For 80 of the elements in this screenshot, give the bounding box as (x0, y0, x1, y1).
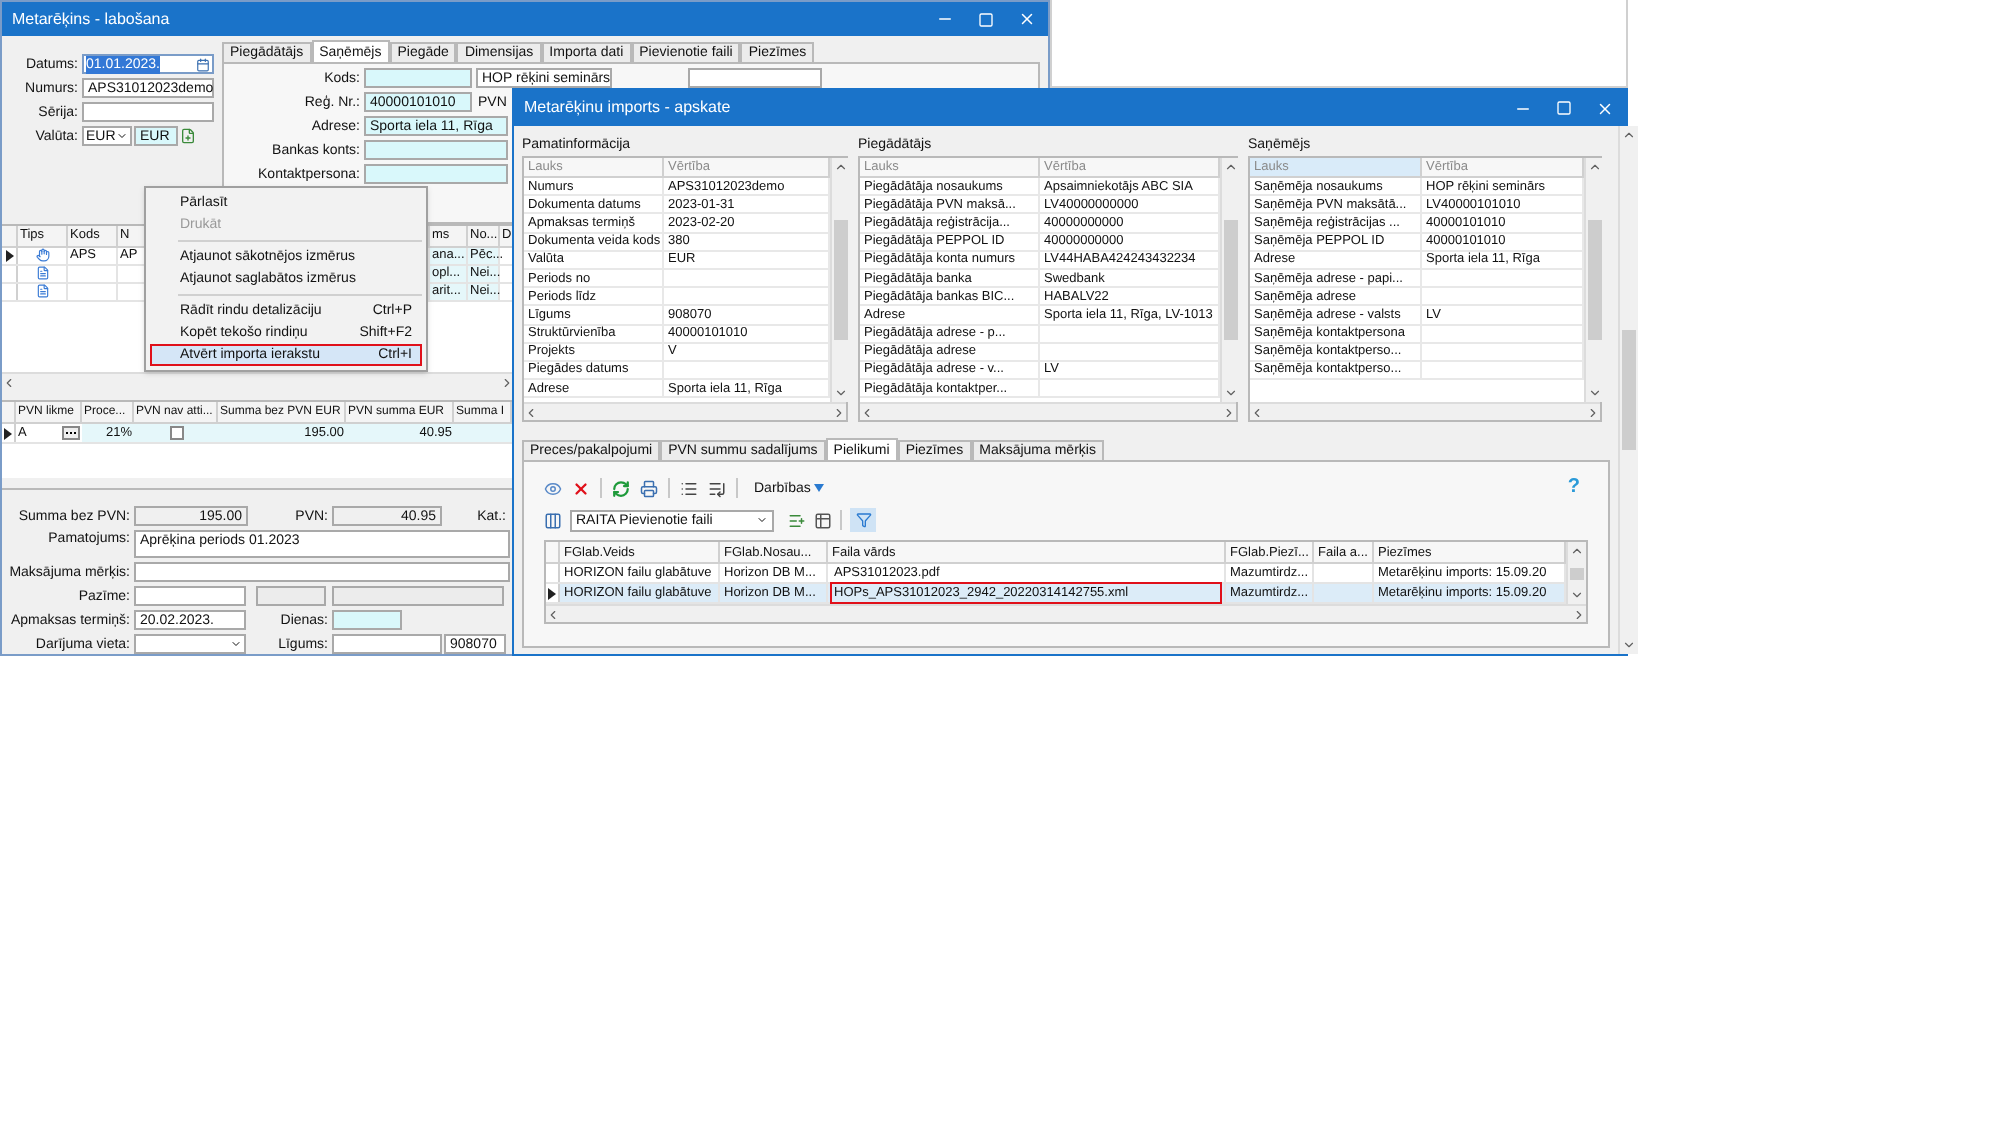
table-icon[interactable] (814, 511, 832, 529)
scroll-up-icon (1570, 544, 1584, 558)
maximize-button[interactable] (1556, 100, 1572, 116)
dropdown-icon (756, 514, 768, 526)
scroll-right-icon (832, 405, 846, 419)
scroll-thumb[interactable] (1588, 220, 1602, 340)
horizontal-scrollbar[interactable] (524, 402, 846, 420)
horizontal-scrollbar[interactable] (1250, 402, 1600, 420)
scroll-thumb[interactable] (1622, 330, 1636, 450)
scroll-right-icon (1586, 405, 1600, 419)
scroll-right-icon (1222, 405, 1236, 419)
text-field[interactable] (134, 586, 246, 606)
text-field[interactable] (364, 140, 508, 161)
scroll-down-icon (1622, 638, 1636, 652)
document-icon (35, 266, 49, 281)
text-field[interactable] (332, 610, 402, 630)
text-field[interactable] (332, 634, 442, 654)
text-field[interactable] (256, 586, 326, 606)
hand-icon (35, 248, 49, 263)
dropdown-icon (230, 638, 242, 650)
horizontal-scrollbar[interactable] (860, 402, 1236, 420)
document-icon (35, 284, 49, 299)
calendar-icon (196, 57, 210, 72)
scroll-up-icon (1224, 160, 1238, 174)
text-field[interactable] (82, 102, 214, 123)
window-title: Metarēķins - labošana (10, 7, 170, 32)
place-select[interactable] (134, 634, 246, 654)
text-field[interactable] (364, 164, 508, 185)
vertical-scrollbar[interactable] (1566, 542, 1586, 604)
text-field[interactable] (364, 68, 472, 89)
row-header[interactable] (2, 424, 16, 443)
window-title: Metarēķinu imports - apskate (522, 96, 731, 120)
scroll-right-icon (500, 375, 514, 390)
filter-button[interactable] (850, 508, 876, 532)
scroll-thumb[interactable] (1570, 567, 1584, 579)
list-add-icon[interactable] (788, 511, 806, 529)
vertical-scrollbar[interactable] (1584, 158, 1604, 402)
scroll-right-icon (1572, 607, 1586, 621)
maximize-icon (978, 11, 994, 28)
scroll-up-icon (1588, 160, 1602, 174)
close-button[interactable] (1596, 99, 1614, 117)
list-end-icon[interactable] (708, 479, 726, 497)
columns-icon[interactable] (544, 511, 562, 529)
file-plus-icon[interactable] (180, 128, 196, 145)
preview-icon[interactable] (544, 479, 562, 497)
list-icon[interactable] (680, 479, 698, 497)
scroll-down-icon (1570, 588, 1584, 602)
maximize-icon (1556, 100, 1572, 116)
scroll-thumb[interactable] (1224, 220, 1238, 340)
scroll-down-icon (834, 386, 848, 400)
scroll-up-icon (1622, 128, 1636, 142)
scroll-left-icon (860, 405, 874, 419)
scroll-thumb[interactable] (834, 220, 848, 340)
close-icon (1596, 99, 1614, 117)
ellipsis-button[interactable] (62, 426, 80, 441)
text-field[interactable] (332, 586, 504, 606)
caret-icon (814, 484, 825, 492)
scroll-left-icon (546, 607, 560, 621)
close-button[interactable] (1018, 10, 1036, 29)
vertical-scrollbar[interactable] (830, 158, 850, 402)
refresh-icon[interactable] (612, 479, 630, 497)
delete-icon[interactable] (572, 479, 590, 497)
scroll-left-icon (1250, 405, 1264, 419)
scroll-left-icon (2, 375, 16, 390)
scroll-down-icon (1588, 386, 1602, 400)
filter-icon (855, 512, 871, 528)
text-field[interactable] (688, 68, 822, 89)
printer-icon[interactable] (640, 479, 658, 497)
vertical-scrollbar[interactable] (1618, 126, 1638, 654)
scroll-up-icon (834, 160, 848, 174)
scroll-down-icon (1224, 386, 1238, 400)
maximize-button[interactable] (978, 11, 994, 28)
close-icon (1018, 10, 1036, 29)
scroll-left-icon (524, 405, 538, 419)
dropdown-icon (116, 130, 128, 143)
horizontal-scrollbar[interactable] (2, 372, 514, 391)
horizontal-scrollbar[interactable] (546, 604, 1586, 622)
text-field[interactable] (134, 562, 510, 582)
checkbox[interactable] (169, 426, 183, 441)
vertical-scrollbar[interactable] (1220, 158, 1240, 402)
